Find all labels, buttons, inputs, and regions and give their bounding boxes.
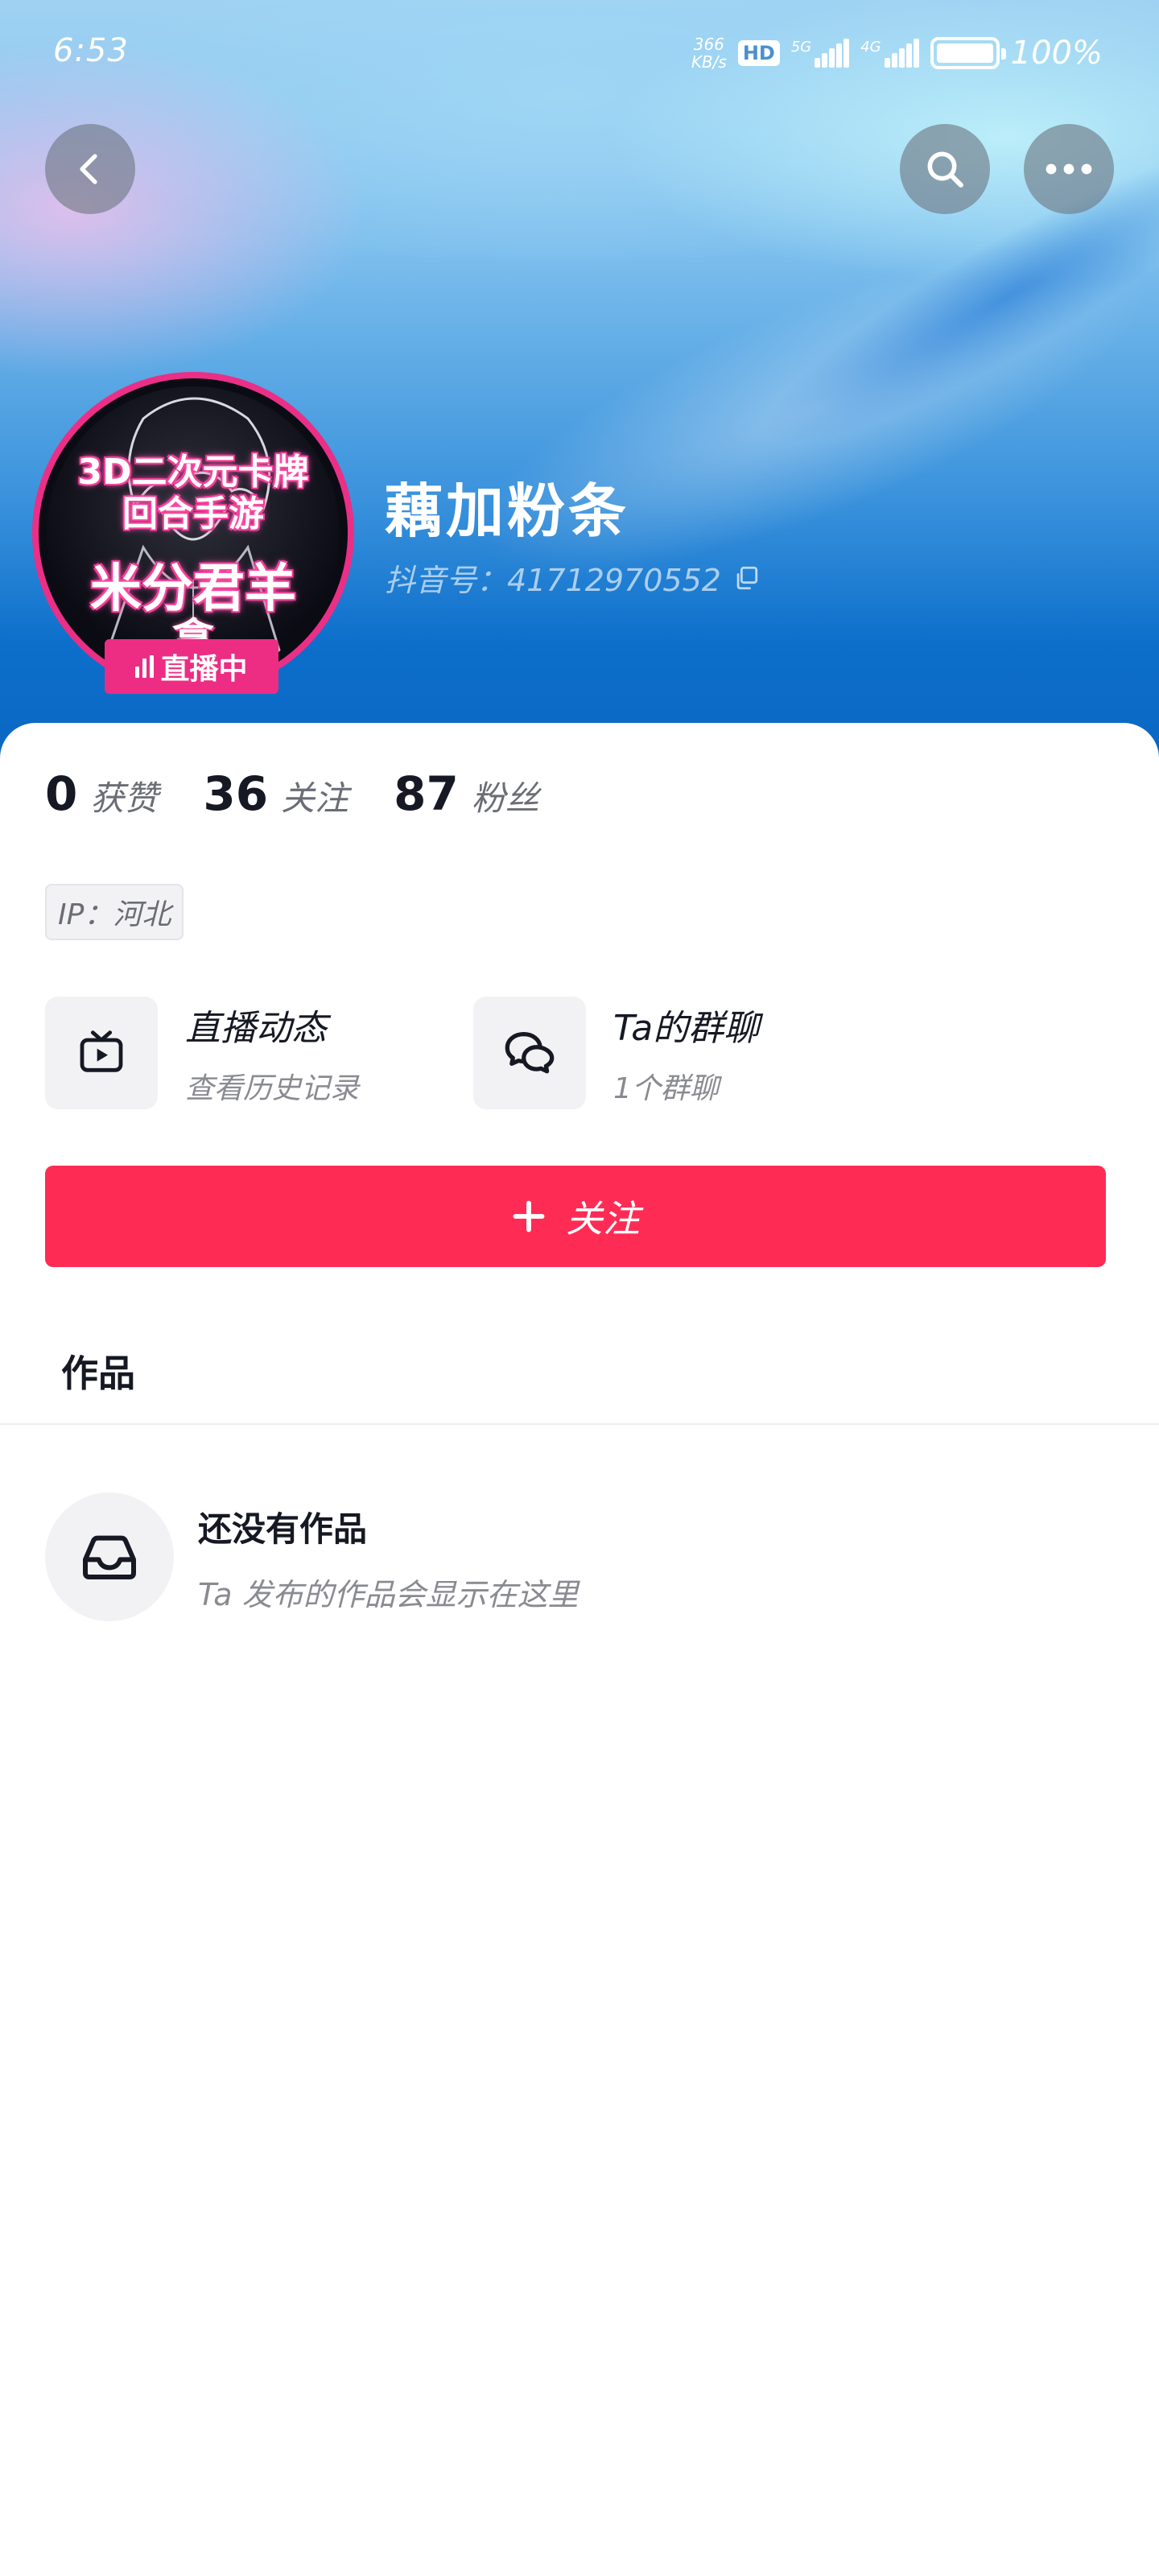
live-history-title: 直播动态 [185, 1008, 327, 1049]
group-chat-text: Ta的群聊 1个群聊 [613, 999, 759, 1107]
douyin-id-text: 抖音号：41712970552 [385, 563, 721, 598]
follow-button-label: 关注 [566, 1197, 640, 1241]
avatar-image: 3D二次元卡牌 回合手游 米分君羊 拿 [47, 386, 340, 679]
more-horizontal-icon [1046, 163, 1092, 175]
search-icon [927, 151, 963, 188]
douyin-id-row[interactable]: 抖音号：41712970552 [385, 555, 760, 600]
search-button[interactable] [900, 124, 990, 214]
network-speed-value: 366 [693, 35, 724, 54]
stat-followers-value: 87 [394, 766, 459, 821]
copy-icon[interactable] [732, 564, 760, 592]
stat-following[interactable]: 36 关注 [203, 766, 349, 821]
tab-works[interactable]: 作品 [61, 1344, 135, 1397]
live-badge-label: 直播中 [160, 653, 248, 686]
group-chat-title: Ta的群聊 [613, 1008, 760, 1049]
live-history-entry[interactable]: 直播动态 查看历史记录 [45, 997, 359, 1109]
inbox-icon [83, 1535, 136, 1579]
live-status-badge[interactable]: 直播中 [105, 639, 278, 694]
profile-stats: 0 获赞 36 关注 87 粉丝 [45, 766, 584, 821]
feature-icon-box [473, 997, 586, 1109]
signal-5g-icon: 5G [790, 39, 850, 68]
stat-likes[interactable]: 0 获赞 [45, 766, 158, 821]
chevron-left-icon [80, 154, 97, 184]
live-bars-icon [135, 655, 155, 678]
tv-play-icon [80, 1030, 123, 1072]
feature-icon-box [45, 997, 158, 1109]
signal-4g-icon: 4G [860, 39, 919, 68]
stat-followers-label: 粉丝 [471, 778, 539, 818]
stat-likes-label: 获赞 [90, 778, 159, 818]
status-bar: 6:53 366 KB/s HD 5G 4G 100% [0, 0, 1159, 109]
empty-state-title: 还没有作品 [198, 1509, 368, 1549]
empty-state-subtitle: Ta 发布的作品会显示在这里 [198, 1577, 579, 1612]
more-options-button[interactable] [1024, 124, 1114, 214]
stat-following-label: 关注 [281, 778, 349, 818]
stat-likes-value: 0 [45, 766, 78, 821]
stat-following-value: 36 [203, 766, 269, 821]
chat-bubbles-icon [505, 1032, 555, 1074]
network-speed-unit: KB/s [691, 52, 727, 72]
empty-state-icon-wrap [45, 1492, 174, 1621]
back-button[interactable] [45, 124, 135, 214]
profile-nickname: 藕加粉条 [385, 477, 630, 545]
status-indicators: 366 KB/s HD 5G 4G 100% [691, 32, 1103, 74]
group-chat-subtitle: 1个群聊 [613, 1072, 719, 1105]
tab-divider [0, 1423, 1159, 1425]
group-chat-entry[interactable]: Ta的群聊 1个群聊 [473, 997, 759, 1109]
ip-location-tag: IP：河北 [45, 884, 184, 940]
live-history-text: 直播动态 查看历史记录 [185, 999, 359, 1107]
avatar-caption: 回合手游 [122, 493, 264, 535]
follow-button[interactable]: 关注 [45, 1166, 1106, 1267]
network-speed: 366 KB/s [691, 35, 727, 71]
signal-5g-label: 5G [790, 39, 812, 56]
live-history-subtitle: 查看历史记录 [185, 1072, 360, 1105]
battery-icon [930, 37, 1006, 69]
signal-4g-label: 4G [860, 39, 881, 56]
battery-percentage: 100% [1010, 35, 1103, 72]
hd-voice-badge: HD [737, 40, 780, 66]
plus-icon [513, 1200, 545, 1232]
stat-followers[interactable]: 87 粉丝 [394, 766, 539, 821]
status-time: 6:53 [53, 32, 129, 69]
